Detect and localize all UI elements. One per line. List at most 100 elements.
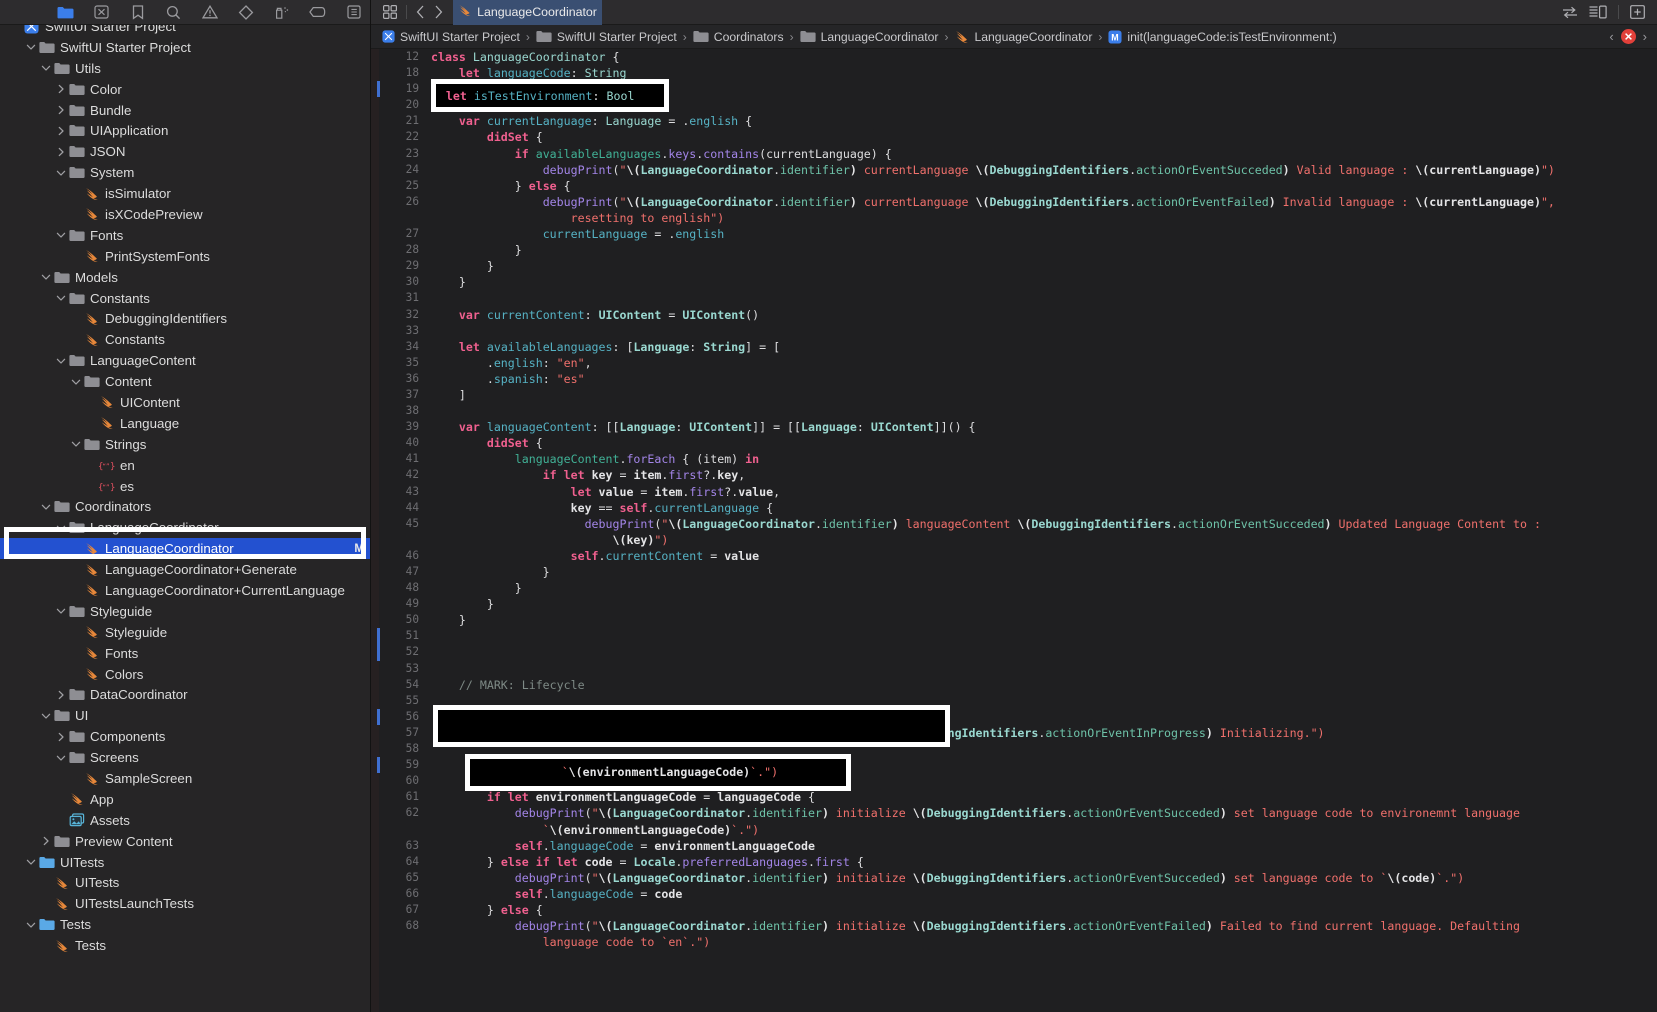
- code-line[interactable]: 54 // MARK: Lifecycle: [371, 677, 1657, 693]
- file-tree-row[interactable]: Tests: [0, 914, 370, 935]
- file-tree-row[interactable]: isSimulator: [0, 183, 370, 204]
- chevron-right-icon[interactable]: [54, 145, 67, 158]
- file-tree-row[interactable]: System: [0, 162, 370, 183]
- code-line[interactable]: 58: [371, 741, 1657, 757]
- file-tree-row[interactable]: Coordinators: [0, 496, 370, 517]
- editor-options-icon[interactable]: [383, 5, 397, 19]
- code-line[interactable]: 41 languageContent.forEach { (item) in: [371, 451, 1657, 467]
- code-line[interactable]: 12 class LanguageCoordinator {: [371, 49, 1657, 65]
- chevron-down-icon[interactable]: [24, 41, 37, 54]
- code-line[interactable]: \(key)"): [371, 532, 1657, 548]
- file-tree-row[interactable]: Fonts: [0, 225, 370, 246]
- code-line[interactable]: 37 ]: [371, 387, 1657, 403]
- breadcrumb-item[interactable]: Coordinators: [693, 30, 784, 44]
- code-line[interactable]: 22 didSet {: [371, 129, 1657, 145]
- report-navigator-icon[interactable]: [345, 5, 362, 20]
- code-line[interactable]: 20: [371, 97, 1657, 113]
- breakpoint-navigator-icon[interactable]: [309, 5, 326, 20]
- code-line[interactable]: 51: [371, 628, 1657, 645]
- file-tree-row[interactable]: Components: [0, 726, 370, 747]
- code-line[interactable]: 47 }: [371, 564, 1657, 580]
- file-tree-row[interactable]: UITestsLaunchTests: [0, 893, 370, 914]
- code-line[interactable]: 61 if let environmentLanguageCode = lang…: [371, 789, 1657, 805]
- code-line[interactable]: 36 .spanish: "es": [371, 371, 1657, 387]
- code-line[interactable]: 35 .english: "en",: [371, 355, 1657, 371]
- chevron-down-icon[interactable]: [54, 751, 67, 764]
- file-tree-row[interactable]: PrintSystemFonts: [0, 246, 370, 267]
- project-navigator-icon[interactable]: [57, 5, 74, 20]
- file-tree-row[interactable]: Preview Content: [0, 831, 370, 852]
- file-tree-row[interactable]: {“”} es: [0, 476, 370, 497]
- breadcrumb-item[interactable]: SwiftUI Starter Project: [382, 30, 520, 44]
- file-tree-row[interactable]: SwiftUI Starter Project: [0, 25, 370, 37]
- chevron-down-icon[interactable]: [54, 521, 67, 534]
- code-line[interactable]: `\(environmentLanguageCode)`."): [371, 822, 1657, 838]
- code-line[interactable]: 21 var currentLanguage: Language = .engl…: [371, 113, 1657, 129]
- chevron-down-icon[interactable]: [69, 438, 82, 451]
- file-tree-row[interactable]: Colors: [0, 664, 370, 685]
- file-tree-row[interactable]: App: [0, 789, 370, 810]
- code-line[interactable]: 62 debugPrint("\(LanguageCoordinator.ide…: [371, 805, 1657, 821]
- code-line[interactable]: 33: [371, 323, 1657, 339]
- code-line[interactable]: 32 var currentContent: UIContent = UICon…: [371, 307, 1657, 323]
- breadcrumb-item[interactable]: SwiftUI Starter Project: [536, 30, 677, 44]
- chevron-down-icon[interactable]: [39, 271, 52, 284]
- code-line[interactable]: 24 debugPrint("\(LanguageCoordinator.ide…: [371, 162, 1657, 178]
- code-line[interactable]: 38: [371, 403, 1657, 419]
- code-line[interactable]: 68 debugPrint("\(LanguageCoordinator.ide…: [371, 918, 1657, 934]
- chevron-down-icon[interactable]: [54, 166, 67, 179]
- chevron-down-icon[interactable]: [39, 709, 52, 722]
- file-tree-row[interactable]: Bundle: [0, 100, 370, 121]
- file-tree-row[interactable]: LanguageContent: [0, 350, 370, 371]
- file-tree-row[interactable]: UIContent: [0, 392, 370, 413]
- code-line[interactable]: 66 self.languageCode = code: [371, 886, 1657, 902]
- navigate-back-icon[interactable]: [416, 5, 425, 19]
- code-lines[interactable]: 12 class LanguageCoordinator {18 let lang…: [371, 49, 1657, 1012]
- code-line[interactable]: 45 debugPrint("\(LanguageCoordinator.ide…: [371, 516, 1657, 532]
- code-line[interactable]: 34 let availableLanguages: [Language: St…: [371, 339, 1657, 355]
- file-tree-row[interactable]: Constants: [0, 288, 370, 309]
- inspector-toggle-icon[interactable]: [1589, 5, 1607, 19]
- debug-navigator-icon[interactable]: [273, 5, 290, 20]
- project-file-tree[interactable]: SwiftUI Starter Project SwiftUI Starter P…: [0, 25, 370, 1012]
- file-tree-row[interactable]: Color: [0, 79, 370, 100]
- code-line[interactable]: 50 }: [371, 612, 1657, 628]
- navigate-forward-icon[interactable]: [434, 5, 443, 19]
- chevron-down-icon[interactable]: [54, 292, 67, 305]
- code-line[interactable]: 55: [371, 693, 1657, 709]
- file-tree-row[interactable]: LanguageCoordinator+Generate: [0, 559, 370, 580]
- file-tree-row[interactable]: Models: [0, 267, 370, 288]
- code-line[interactable]: 39 var languageContent: [[Language: UICo…: [371, 419, 1657, 435]
- file-tree-row[interactable]: UITests: [0, 852, 370, 873]
- file-tree-row[interactable]: Constants: [0, 329, 370, 350]
- code-line[interactable]: 59 self.isTestEnvironment = isTestEnviro…: [371, 757, 1657, 774]
- code-line[interactable]: 42 if let key = item.first?.key,: [371, 467, 1657, 483]
- file-tree-row[interactable]: Language: [0, 413, 370, 434]
- file-tree-row[interactable]: Assets: [0, 810, 370, 831]
- code-review-icon[interactable]: [1562, 6, 1578, 19]
- file-tree-row[interactable]: Styleguide: [0, 622, 370, 643]
- find-navigator-icon[interactable]: [165, 5, 182, 20]
- next-issue-button[interactable]: ›: [1643, 29, 1647, 44]
- file-tree-row[interactable]: isXCodePreview: [0, 204, 370, 225]
- code-line[interactable]: 65 debugPrint("\(LanguageCoordinator.ide…: [371, 870, 1657, 886]
- code-line[interactable]: 18 let languageCode: String: [371, 65, 1657, 81]
- code-line[interactable]: 19 let isTestEnvironment: Bool: [371, 81, 1657, 98]
- code-line[interactable]: 56 init(languageCode: String? = nil, isT…: [371, 708, 1657, 725]
- code-line[interactable]: 64 } else if let code = Locale.preferred…: [371, 854, 1657, 870]
- code-line[interactable]: 57 debugPrint("\(LanguageCoordinator.ide…: [371, 725, 1657, 741]
- code-line[interactable]: 26 debugPrint("\(LanguageCoordinator.ide…: [371, 194, 1657, 210]
- file-tree-row[interactable]: UIApplication: [0, 120, 370, 141]
- chevron-right-icon[interactable]: [39, 835, 52, 848]
- code-line[interactable]: 28 }: [371, 242, 1657, 258]
- chevron-down-icon[interactable]: [39, 500, 52, 513]
- code-line[interactable]: 31: [371, 290, 1657, 306]
- code-line[interactable]: 30 }: [371, 274, 1657, 290]
- file-tree-row[interactable]: Styleguide: [0, 601, 370, 622]
- code-line[interactable]: 60: [371, 773, 1657, 789]
- file-tree-row[interactable]: DataCoordinator: [0, 685, 370, 706]
- code-line[interactable]: 40 didSet {: [371, 435, 1657, 451]
- code-line[interactable]: language code to `en`."): [371, 934, 1657, 950]
- code-line[interactable]: 52: [371, 644, 1657, 661]
- issue-navigator-icon[interactable]: [201, 5, 218, 20]
